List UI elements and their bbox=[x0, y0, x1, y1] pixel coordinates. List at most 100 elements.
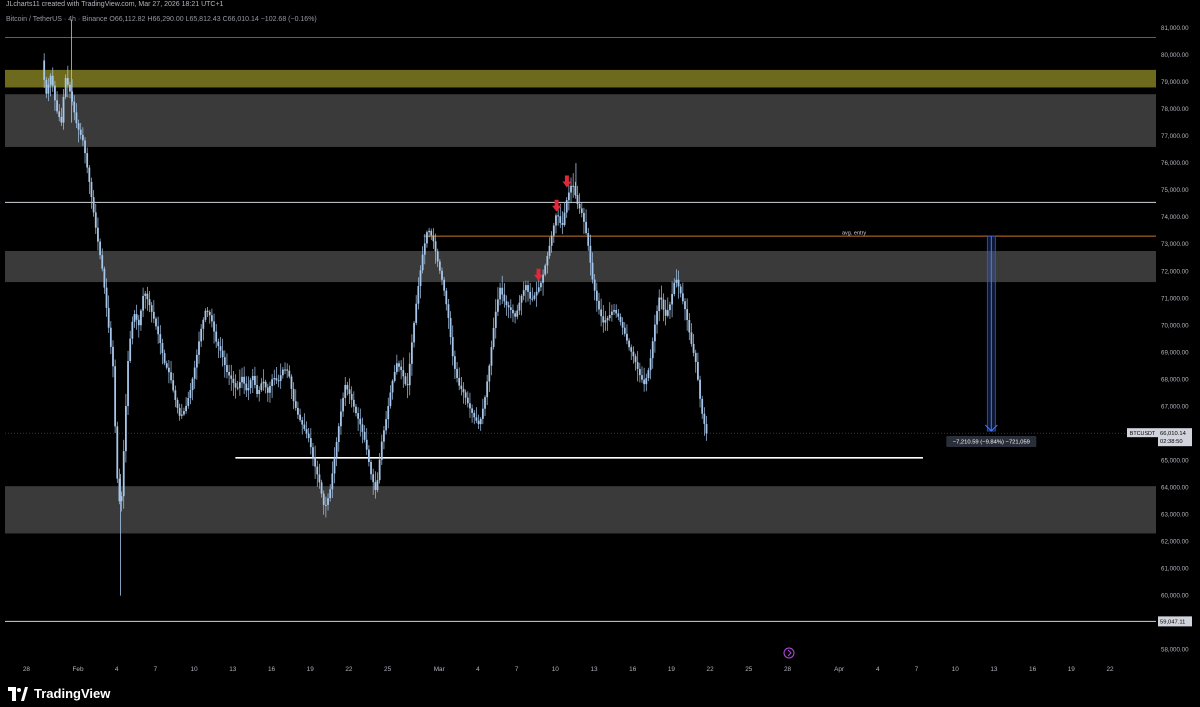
candle-body bbox=[94, 212, 97, 228]
candle-body bbox=[122, 451, 125, 497]
candle-body bbox=[256, 384, 258, 394]
candle-body bbox=[51, 75, 54, 86]
candle-body bbox=[288, 370, 291, 377]
brand-name: TradingView bbox=[34, 686, 111, 701]
candle-body bbox=[694, 352, 697, 362]
candle-body bbox=[458, 377, 461, 386]
candle-body bbox=[408, 363, 411, 386]
candle-body bbox=[610, 311, 613, 316]
candle-body bbox=[391, 380, 394, 393]
candle-body bbox=[490, 347, 493, 366]
candle-body bbox=[75, 112, 78, 124]
candle-body bbox=[651, 341, 654, 359]
candle-body bbox=[176, 399, 179, 408]
symbol-name[interactable]: Bitcoin / TetherUS · 4h · Binance bbox=[6, 16, 107, 23]
candle-body bbox=[62, 97, 65, 123]
candle-body bbox=[430, 230, 433, 236]
candle-body bbox=[208, 311, 211, 316]
candle-body bbox=[703, 413, 706, 424]
candle-body bbox=[331, 473, 334, 490]
candle-body bbox=[572, 185, 575, 187]
candle-body bbox=[503, 294, 506, 302]
candle-body bbox=[441, 270, 443, 280]
tradingview-logo[interactable]: TradingView bbox=[8, 686, 110, 701]
candle-body bbox=[387, 405, 390, 420]
time-tick-label: 10 bbox=[191, 666, 199, 673]
candle-body bbox=[542, 274, 544, 283]
candle-body bbox=[658, 297, 661, 312]
candle-body bbox=[266, 387, 269, 393]
candle-body bbox=[324, 504, 327, 506]
candle-body bbox=[58, 111, 61, 117]
candle-body bbox=[619, 316, 622, 323]
candle-body bbox=[241, 376, 243, 383]
candle-body bbox=[423, 243, 426, 255]
candle-body bbox=[172, 380, 175, 391]
low-value: L65,812.43 bbox=[185, 16, 221, 23]
candle-body bbox=[464, 392, 467, 398]
candle-body bbox=[484, 397, 486, 409]
time-tick-label: 4 bbox=[115, 666, 119, 673]
candle-body bbox=[124, 406, 127, 452]
candle-body bbox=[602, 316, 605, 323]
candle-body bbox=[555, 215, 557, 226]
candle-body bbox=[647, 370, 650, 379]
candle-body bbox=[529, 291, 532, 299]
candle-body bbox=[342, 397, 344, 412]
candle-body bbox=[221, 350, 224, 358]
candle-body bbox=[598, 300, 600, 310]
candle-body bbox=[238, 382, 241, 388]
candle-body bbox=[116, 426, 119, 479]
candle-body bbox=[701, 398, 704, 414]
candle-body bbox=[359, 418, 362, 425]
time-tick-label: Apr bbox=[834, 666, 845, 673]
candle-body bbox=[127, 361, 129, 407]
open-value: O66,112.82 bbox=[109, 16, 146, 23]
candle-body bbox=[307, 433, 310, 439]
candle-body bbox=[578, 203, 581, 209]
candle-body bbox=[638, 368, 641, 376]
time-tick-label: 19 bbox=[668, 666, 676, 673]
candle-body bbox=[86, 153, 89, 168]
candle-body bbox=[344, 384, 347, 398]
measure-label: −7,210.59 (−9.84%) −721,059 bbox=[953, 440, 1030, 446]
time-tick-label: 19 bbox=[307, 666, 315, 673]
candle-body bbox=[393, 371, 396, 381]
candle-body bbox=[60, 116, 63, 123]
candle-body bbox=[550, 235, 553, 246]
candle-body bbox=[591, 262, 594, 280]
candle-body bbox=[277, 380, 280, 382]
candle-body bbox=[284, 369, 286, 371]
candle-body bbox=[632, 351, 635, 357]
candle-body bbox=[669, 304, 671, 311]
candle-body bbox=[410, 342, 413, 364]
candle-body bbox=[428, 230, 430, 233]
candle-body bbox=[501, 287, 504, 295]
candle-body bbox=[613, 309, 615, 312]
candle-body bbox=[73, 101, 76, 113]
candle-body bbox=[230, 375, 233, 379]
candle-body bbox=[557, 215, 560, 217]
candle-body bbox=[157, 326, 160, 335]
candle-body bbox=[228, 372, 231, 376]
candle-body bbox=[314, 457, 317, 467]
candle-body bbox=[90, 181, 93, 198]
candle-body bbox=[664, 309, 667, 316]
candle-body bbox=[479, 418, 482, 425]
price-tick-label: 69,000.00 bbox=[1161, 349, 1189, 356]
candle-body bbox=[49, 75, 52, 85]
candle-body bbox=[327, 498, 329, 505]
candle-body bbox=[641, 375, 643, 380]
time-tick-label: 22 bbox=[707, 666, 715, 673]
candle-body bbox=[152, 311, 155, 319]
candle-body bbox=[473, 412, 476, 418]
candle-body bbox=[690, 332, 693, 344]
candle-body bbox=[456, 368, 458, 378]
price-chart[interactable]: avg. entry −7,210.59 (−9.84%) −721,059 5… bbox=[0, 0, 1200, 707]
candle-body bbox=[604, 320, 607, 323]
candle-body bbox=[178, 407, 181, 416]
candle-body bbox=[445, 290, 448, 305]
candle-body bbox=[567, 192, 570, 201]
candle-body bbox=[180, 414, 183, 416]
time-tick-label: 16 bbox=[268, 666, 276, 673]
